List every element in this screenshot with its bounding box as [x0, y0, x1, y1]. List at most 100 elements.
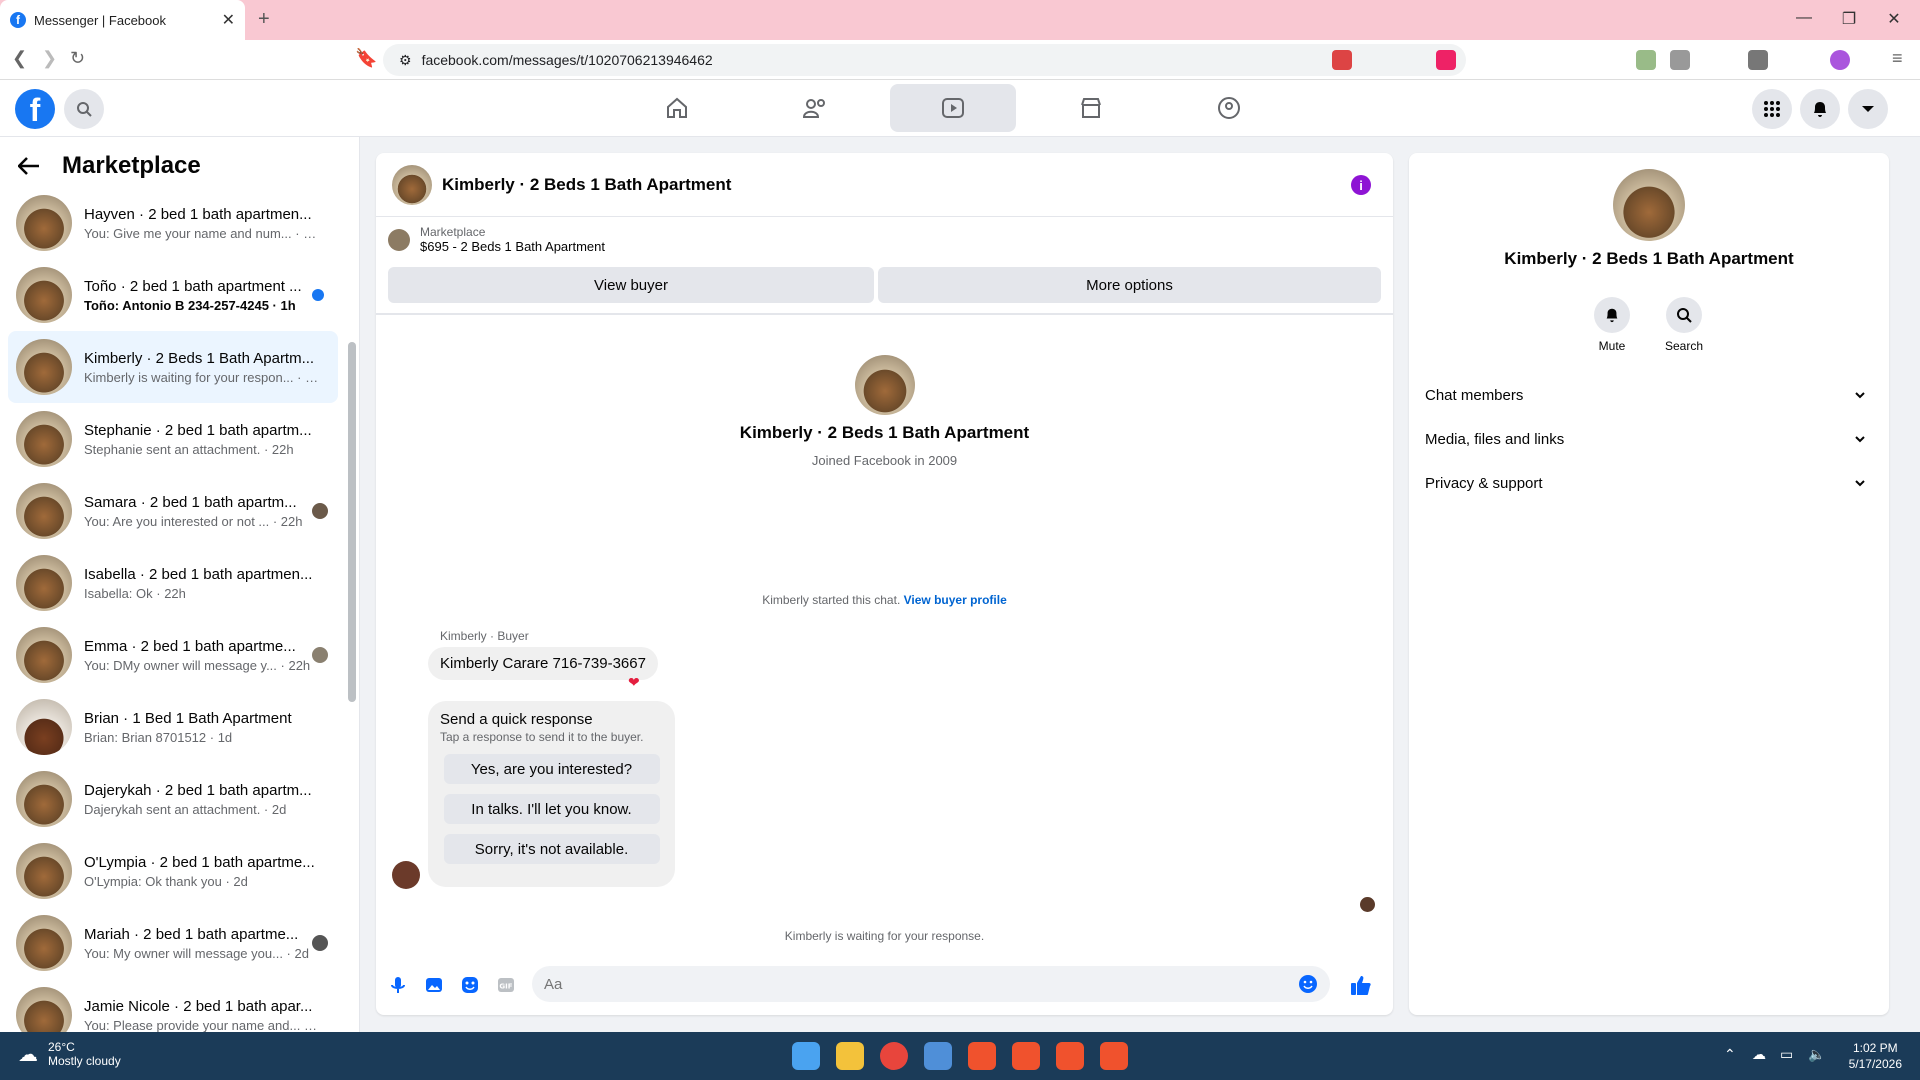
chevron-up-icon[interactable]: ⌃: [1724, 1046, 1736, 1063]
menu-grid-button[interactable]: [1752, 89, 1792, 129]
listing-summary[interactable]: Marketplace $695 - 2 Beds 1 Bath Apartme…: [388, 225, 605, 254]
cloud-icon: ☁: [18, 1043, 38, 1066]
chat-title[interactable]: Kimberly · 2 Beds 1 Bath Apartment: [442, 175, 731, 195]
brave-rewards-icon[interactable]: [1436, 50, 1456, 70]
view-buyer-profile-link[interactable]: View buyer profile: [904, 593, 1007, 607]
conversation-preview: You: Are you interested or not ... · 22h: [84, 513, 303, 529]
sidebar-icon[interactable]: [1748, 50, 1768, 70]
site-info-icon[interactable]: ⚙: [399, 52, 412, 69]
close-tab-icon[interactable]: ✕: [222, 10, 235, 30]
quick-response-title: Send a quick response: [440, 711, 593, 728]
account-button[interactable]: [1848, 89, 1888, 129]
quick-reply-button[interactable]: Yes, are you interested?: [443, 754, 660, 784]
notifications-button[interactable]: [1800, 89, 1840, 129]
nav-marketplace[interactable]: [1028, 84, 1154, 132]
onedrive-icon[interactable]: ☁: [1752, 1046, 1766, 1063]
close-window-icon[interactable]: ✕: [1884, 9, 1904, 29]
chrome-icon[interactable]: [880, 1042, 908, 1070]
message-input[interactable]: [544, 975, 1298, 993]
nav-friends[interactable]: [752, 84, 878, 132]
conversation-preview: Stephanie sent an attachment. · 22h: [84, 441, 294, 457]
conversation-item[interactable]: Hayven · 2 bed 1 bath apartmen... You: Gi…: [8, 187, 338, 259]
microphone-icon[interactable]: [386, 973, 410, 997]
nav-home[interactable]: [614, 84, 740, 132]
conversation-item[interactable]: O'Lympia · 2 bed 1 bath apartme... O'Lymp…: [8, 835, 338, 907]
brave-icon[interactable]: [1100, 1042, 1128, 1070]
puzzle-icon[interactable]: [1670, 50, 1690, 70]
brave-icon[interactable]: [1012, 1042, 1040, 1070]
browser-tab[interactable]: f Messenger | Facebook ✕: [0, 0, 245, 40]
new-tab-icon[interactable]: +: [258, 8, 270, 31]
brave-icon[interactable]: [968, 1042, 996, 1070]
quick-reply-button[interactable]: In talks. I'll let you know.: [443, 794, 660, 824]
message-input-wrapper: [532, 966, 1330, 1002]
conversation-item[interactable]: Kimberly · 2 Beds 1 Bath Apartm... Kimber…: [8, 331, 338, 403]
volume-icon[interactable]: 🔈: [1808, 1046, 1825, 1063]
restore-icon[interactable]: ❐: [1839, 9, 1859, 29]
joined-text: Joined Facebook in 2009: [811, 453, 958, 468]
weather-widget[interactable]: ☁ 26°C Mostly cloudy: [18, 1040, 121, 1068]
conversation-name: Brian · 1 Bed 1 Bath Apartment: [84, 709, 292, 727]
network-icon[interactable]: ▭: [1780, 1046, 1793, 1063]
section-privacy-support[interactable]: Privacy & support: [1425, 465, 1865, 501]
search-button[interactable]: [64, 89, 104, 129]
message-composer: GIF: [376, 963, 1393, 1007]
view-buyer-button[interactable]: View buyer: [388, 267, 874, 303]
emoji-icon[interactable]: [1298, 974, 1318, 994]
image-icon[interactable]: [422, 973, 446, 997]
notepad-icon[interactable]: [924, 1042, 952, 1070]
avatar[interactable]: [1613, 169, 1685, 241]
conversation-item[interactable]: Toño · 2 bed 1 bath apartment ... Toño: A…: [8, 259, 338, 331]
brave-shields-icon[interactable]: [1332, 50, 1352, 70]
conversation-name: Samara · 2 bed 1 bath apartm...: [84, 493, 297, 511]
clock[interactable]: 1:02 PM 5/17/2026: [1849, 1040, 1902, 1072]
extension-icon[interactable]: [1636, 50, 1656, 70]
sender-avatar: [392, 861, 420, 889]
conversation-item[interactable]: Brian · 1 Bed 1 Bath Apartment Brian: Bri…: [8, 691, 338, 763]
gif-icon[interactable]: GIF: [494, 973, 518, 997]
facebook-logo-icon[interactable]: f: [15, 89, 55, 129]
like-icon[interactable]: [1349, 973, 1373, 997]
back-arrow-icon[interactable]: [18, 157, 40, 175]
url-field[interactable]: ⚙ facebook.com/messages/t/10207062139464…: [383, 44, 1466, 76]
quick-response-subtitle: Tap a response to send it to the buyer.: [440, 730, 644, 744]
search-conversation-button[interactable]: Search: [1654, 297, 1714, 353]
facebook-favicon-icon: f: [10, 12, 26, 28]
conversation-list: Hayven · 2 bed 1 bath apartmen... You: Gi…: [8, 187, 338, 1051]
conversation-preview: You: DMy owner will message y... · 22h: [84, 657, 311, 673]
message-bubble[interactable]: Kimberly Carare 716-739-3667: [428, 647, 658, 680]
info-icon[interactable]: i: [1351, 175, 1371, 195]
conversation-item[interactable]: Isabella · 2 bed 1 bath apartmen... Isabe…: [8, 547, 338, 619]
start-icon[interactable]: [792, 1042, 820, 1070]
bookmark-icon[interactable]: 🔖: [355, 48, 377, 69]
nav-groups[interactable]: [1166, 84, 1292, 132]
conversation-item[interactable]: Dajerykah · 2 bed 1 bath apartm... Dajery…: [8, 763, 338, 835]
minimize-icon[interactable]: —: [1794, 9, 1814, 27]
conversation-item[interactable]: Samara · 2 bed 1 bath apartm... You: Are …: [8, 475, 338, 547]
sticker-icon[interactable]: [458, 973, 482, 997]
reload-icon[interactable]: ↻: [70, 48, 85, 69]
more-options-button[interactable]: More options: [878, 267, 1381, 303]
avatar: [16, 771, 72, 827]
conversation-item[interactable]: Emma · 2 bed 1 bath apartme... You: DMy o…: [8, 619, 338, 691]
menu-icon[interactable]: ≡: [1892, 48, 1903, 69]
brave-icon[interactable]: [1056, 1042, 1084, 1070]
details-panel: Kimberly · 2 Beds 1 Bath Apartment Mute …: [1409, 153, 1889, 1015]
conversation-name: Toño · 2 bed 1 bath apartment ...: [84, 277, 302, 295]
section-media-files-links[interactable]: Media, files and links: [1425, 421, 1865, 457]
avatar[interactable]: [392, 164, 432, 205]
forward-icon[interactable]: ❯: [42, 48, 57, 69]
back-icon[interactable]: ❮: [12, 48, 27, 69]
conversation-item[interactable]: Mariah · 2 bed 1 bath apartme... You: My …: [8, 907, 338, 979]
nav-video[interactable]: [890, 84, 1016, 132]
file-explorer-icon[interactable]: [836, 1042, 864, 1070]
heart-reaction-icon[interactable]: ❤: [628, 674, 640, 691]
quick-reply-button[interactable]: Sorry, it's not available.: [443, 834, 660, 864]
conversation-scrollbar[interactable]: [348, 342, 356, 702]
mute-label: Mute: [1598, 339, 1626, 353]
section-chat-members[interactable]: Chat members: [1425, 377, 1865, 413]
grid-icon: [1764, 101, 1780, 117]
profile-icon[interactable]: [1830, 50, 1850, 70]
conversation-item[interactable]: Stephanie · 2 bed 1 bath apartm... Stepha…: [8, 403, 338, 475]
mute-button[interactable]: Mute: [1582, 297, 1642, 353]
